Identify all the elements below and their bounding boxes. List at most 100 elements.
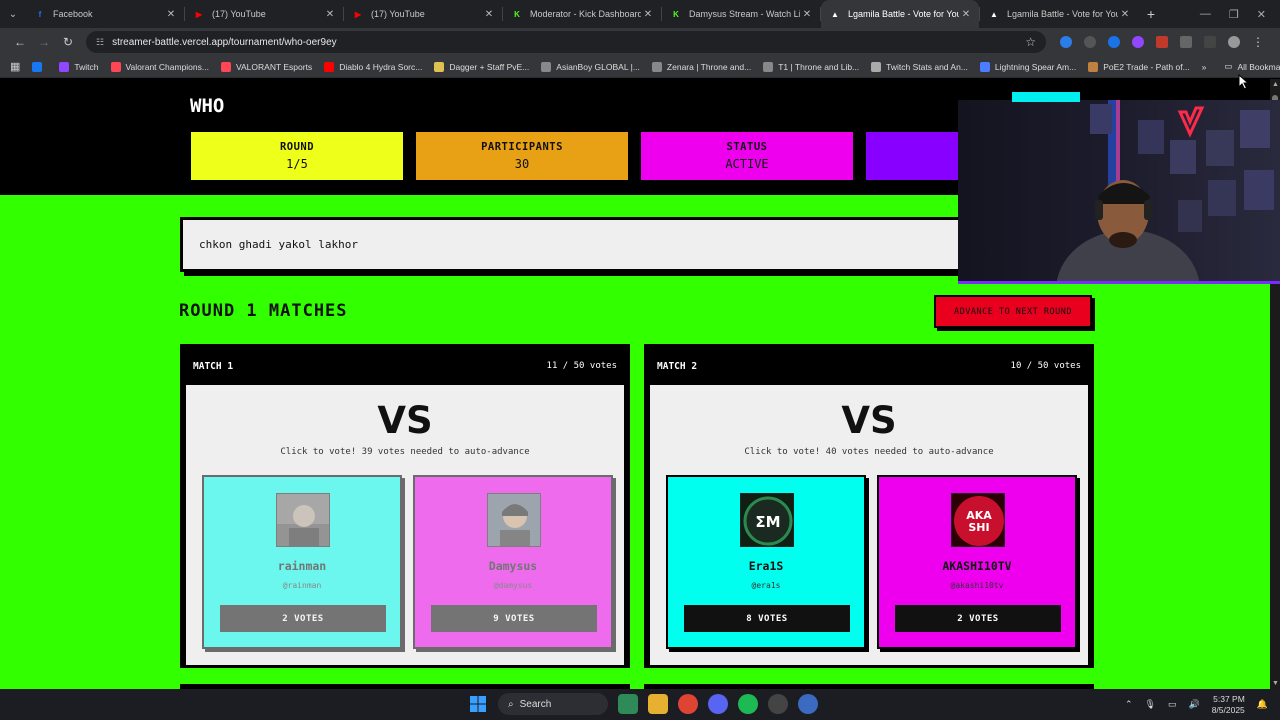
menu-kebab-icon[interactable]: ⋮ [1252, 35, 1264, 49]
bookmark-favicon-icon [32, 61, 43, 72]
bookmark-item[interactable]: Zenara | Throne and... [651, 61, 751, 72]
scroll-down-icon[interactable]: ▼ [1272, 680, 1279, 687]
bookmark-label: Lightning Spear Am... [994, 61, 1077, 72]
site-info-icon[interactable]: ☷ [96, 37, 104, 48]
browser-tab[interactable]: ▶ (17) YouTube ✕ [344, 0, 502, 28]
vote-hint: Click to vote! 40 votes needed to auto-a… [744, 447, 994, 457]
contestant-card[interactable]: ΣM Era1S @era1s 8 VOTES [666, 475, 866, 649]
scroll-up-icon[interactable]: ▲ [1272, 81, 1279, 88]
all-bookmarks-folder[interactable]: ▭ All Bookmarks [1224, 61, 1280, 72]
browser-tab[interactable]: ▲ Lgamila Battle - Vote for Your F✕ [821, 0, 979, 28]
bookmark-favicon-icon [59, 61, 70, 72]
tab-search-icon[interactable]: ⌄ [0, 0, 26, 28]
tab-label: (17) YouTube [371, 9, 425, 19]
bookmark-star-icon[interactable]: ☆ [1025, 35, 1036, 49]
bookmark-item[interactable]: Lightning Spear Am... [979, 61, 1077, 72]
microphone-icon[interactable]: 🎙 [1145, 699, 1156, 710]
extension-icon[interactable] [1060, 36, 1072, 48]
network-icon[interactable]: ▭ [1168, 699, 1177, 710]
bookmark-item[interactable]: Valorant Champions... [110, 61, 209, 72]
minimize-icon[interactable]: — [1200, 8, 1211, 21]
vote-button[interactable]: 8 VOTES [684, 605, 850, 632]
tab-close-icon[interactable]: ✕ [641, 9, 655, 20]
extension-icon[interactable] [1108, 36, 1120, 48]
vote-button[interactable]: 9 VOTES [431, 605, 597, 632]
match-header: MATCH 2 10 / 50 votes [647, 347, 1091, 385]
bookmark-item[interactable]: T1 | Throne and Lib... [763, 61, 860, 72]
windows-start-icon[interactable] [468, 694, 488, 714]
browser-tab[interactable]: K Damysus Stream - Watch Live o✕ [662, 0, 820, 28]
clock-time: 5:37 PM [1213, 693, 1245, 704]
bookmark-item[interactable]: Dagger + Staff PvE... [434, 61, 529, 72]
advance-round-button[interactable]: ADVANCE TO NEXT ROUND [934, 295, 1092, 328]
new-tab-button[interactable]: + [1138, 6, 1164, 22]
forward-icon[interactable]: → [32, 35, 56, 49]
bookmark-item[interactable]: PoE2 Trade - Path of... [1088, 61, 1190, 72]
maximize-icon[interactable]: ❐ [1229, 8, 1239, 21]
back-icon[interactable]: ← [8, 35, 32, 49]
taskbar-search[interactable]: ⌕ Search [498, 693, 608, 715]
bookmark-item[interactable]: Twitch Stats and An... [871, 61, 968, 72]
notification-bell-icon[interactable]: 🔔 [1257, 699, 1268, 710]
contestant-card[interactable]: rainman @rainman 2 VOTES [202, 475, 402, 649]
search-icon: ⌕ [508, 698, 514, 710]
tab-close-icon[interactable]: ✕ [323, 9, 337, 20]
tray-chevron-icon[interactable]: ⌃ [1125, 699, 1133, 710]
widgets-icon[interactable] [618, 694, 638, 714]
browser-tab[interactable]: ▶ (17) YouTube ✕ [185, 0, 343, 28]
vote-button[interactable]: 2 VOTES [220, 605, 386, 632]
tab-list-icon[interactable] [1204, 36, 1216, 48]
match-vote-count: 10 / 50 votes [1010, 361, 1081, 371]
reload-icon[interactable]: ↻ [56, 35, 80, 49]
bookmark-item[interactable]: AsianBoy GLOBAL |... [541, 61, 640, 72]
contestant-handle: @rainman [282, 581, 322, 590]
tab-close-icon[interactable]: ✕ [1118, 9, 1132, 20]
bookmark-label: T1 | Throne and Lib... [778, 61, 860, 72]
tab-close-icon[interactable]: ✕ [164, 9, 178, 20]
app-icon[interactable] [798, 694, 818, 714]
tab-favicon-icon: f [38, 9, 42, 19]
mouse-cursor-icon [1238, 74, 1250, 90]
profile-avatar[interactable] [1228, 36, 1240, 48]
contestant-card[interactable]: AKA SHI AKASHI10TV @akashi10tv 2 VOTES [877, 475, 1077, 649]
tab-close-icon[interactable]: ✕ [482, 9, 496, 20]
puzzle-icon[interactable] [1180, 36, 1192, 48]
clock[interactable]: 5:37 PM 8/5/2025 [1212, 694, 1245, 716]
bookmark-favicon-icon [871, 61, 882, 72]
browser-tab[interactable]: K Moderator - Kick Dashboard ✕ [503, 0, 661, 28]
contestant-name: rainman [277, 559, 327, 573]
bookmark-item[interactable]: Diablo 4 Hydra Sorc... [324, 61, 423, 72]
extension-icon[interactable] [1156, 36, 1168, 48]
vote-button[interactable]: 2 VOTES [895, 605, 1061, 632]
more-bookmarks-icon[interactable]: » [1202, 62, 1207, 72]
browser-tab[interactable]: ▲ Lgamila Battle - Vote for Your F✕ [980, 0, 1138, 28]
spotify-icon[interactable] [738, 694, 758, 714]
bookmark-item[interactable]: Twitch [59, 61, 99, 72]
address-bar[interactable]: ☷ streamer-battle.vercel.app/tournament/… [86, 31, 1046, 53]
volume-icon[interactable]: 🔊 [1188, 699, 1199, 710]
bookmark-item[interactable] [32, 61, 47, 72]
chrome-icon[interactable] [678, 694, 698, 714]
apps-grid-icon[interactable]: ▦ [10, 60, 20, 73]
tab-close-icon[interactable]: ✕ [800, 9, 814, 20]
extension-icon[interactable] [1084, 36, 1096, 48]
avatar: AKA SHI [951, 493, 1005, 547]
stat-label: PARTICIPANTS [481, 141, 563, 153]
match-header: MATCH 1 11 / 50 votes [183, 347, 627, 385]
tab-close-icon[interactable]: ✕ [959, 9, 973, 20]
obs-icon[interactable] [768, 694, 788, 714]
stat-card: ROUND 1/5 [191, 132, 403, 180]
bookmark-item[interactable]: VALORANT Esports [220, 61, 312, 72]
close-window-icon[interactable]: ✕ [1257, 8, 1266, 21]
extension-icon[interactable] [1132, 36, 1144, 48]
bookmark-label: PoE2 Trade - Path of... [1103, 61, 1190, 72]
tournament-message: chkon ghadi yakol lakhor [180, 217, 970, 272]
discord-icon[interactable] [708, 694, 728, 714]
svg-text:ΣM: ΣM [755, 513, 780, 531]
bookmark-label: Diablo 4 Hydra Sorc... [339, 61, 423, 72]
contestant-card[interactable]: Damysus @damysus 9 VOTES [413, 475, 613, 649]
bookmark-favicon-icon [434, 61, 445, 72]
browser-tab[interactable]: f Facebook ✕ [26, 0, 184, 28]
system-tray: ⌃ 🎙 ▭ 🔊 5:37 PM 8/5/2025 🔔 [1125, 689, 1268, 720]
file-explorer-icon[interactable] [648, 694, 668, 714]
